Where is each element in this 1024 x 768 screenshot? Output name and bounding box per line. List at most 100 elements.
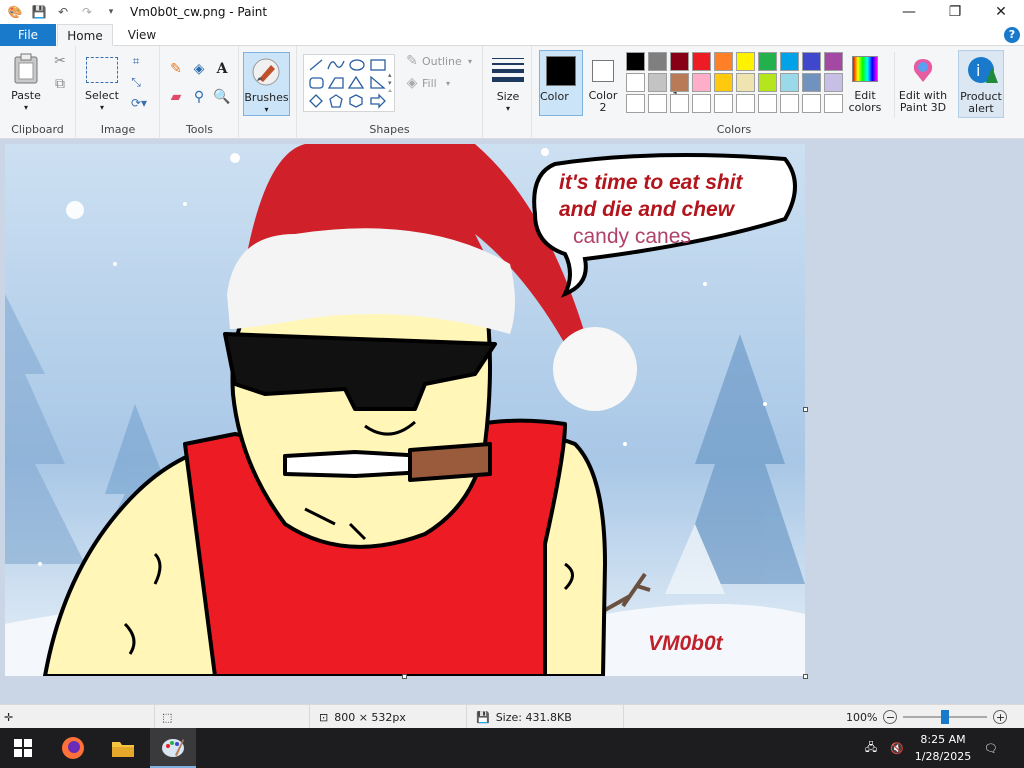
undo-icon[interactable]: ↶ (54, 3, 72, 21)
color-swatch[interactable] (802, 52, 821, 71)
select-dropdown-icon[interactable]: ▾ (79, 102, 125, 114)
color-swatch[interactable] (824, 52, 843, 71)
text-icon[interactable]: A (213, 60, 231, 78)
pencil-icon[interactable]: ✎ (167, 60, 185, 78)
color-swatch[interactable] (802, 73, 821, 92)
color-swatch[interactable] (824, 73, 843, 92)
outline-button[interactable]: Outline (422, 56, 470, 68)
outline-icon[interactable]: ✎ (405, 53, 419, 69)
volume-muted-tray-icon[interactable]: 🔇 (884, 728, 910, 768)
paint-taskbar-button[interactable] (150, 728, 196, 768)
color-swatch[interactable] (692, 94, 711, 113)
paint3d-icon (908, 55, 938, 85)
shapes-gallery[interactable] (303, 54, 395, 112)
close-button[interactable]: ✕ (978, 0, 1024, 24)
zoom-slider-thumb[interactable] (941, 710, 950, 724)
zoom-slider[interactable] (903, 710, 988, 724)
color2-button[interactable]: Color 2 (584, 50, 622, 116)
save-icon[interactable]: 💾 (30, 3, 48, 21)
color-swatch[interactable] (758, 52, 777, 71)
cut-icon[interactable]: ✂ (52, 53, 68, 69)
color-swatch[interactable] (758, 73, 777, 92)
crop-icon[interactable]: ⌗ (129, 54, 143, 68)
select-button[interactable]: Select (79, 90, 125, 102)
color1-button[interactable]: Color 1 (539, 50, 679, 116)
color-swatch[interactable] (648, 73, 667, 92)
color2-swatch (592, 60, 614, 82)
speech-line-1: it's time to eat shit (559, 171, 744, 194)
firefox-taskbar-button[interactable] (50, 728, 96, 768)
paint-app-icon[interactable]: 🎨 (6, 3, 24, 21)
notifications-icon[interactable]: 🗨 (968, 728, 1014, 768)
canvas-area[interactable]: it's time to eat shit and die and chew c… (0, 139, 1024, 704)
color-swatch[interactable] (714, 52, 733, 71)
color-swatch[interactable] (780, 52, 799, 71)
paste-icon[interactable] (10, 52, 42, 86)
fill-bucket-icon[interactable]: ◈ (190, 60, 208, 78)
file-explorer-taskbar-button[interactable] (100, 728, 146, 768)
zoom-in-icon[interactable]: + (993, 710, 1008, 724)
color-swatch[interactable] (736, 94, 755, 113)
brushes-button[interactable]: Brushes ▾ (243, 52, 290, 116)
color-swatch[interactable] (692, 52, 711, 71)
fill-icon[interactable]: ◈ (405, 75, 419, 91)
color-swatch[interactable] (670, 94, 689, 113)
paste-button[interactable]: Paste (4, 90, 48, 102)
resize-handle-right[interactable] (803, 407, 808, 412)
size-button[interactable]: Size ▾ (487, 52, 529, 116)
tab-home[interactable]: Home (57, 24, 113, 46)
color-swatch[interactable] (714, 73, 733, 92)
color-swatch[interactable] (648, 52, 667, 71)
color-swatch[interactable] (758, 94, 777, 113)
image-canvas[interactable]: it's time to eat shit and die and chew c… (5, 144, 805, 676)
color-swatch[interactable] (670, 73, 689, 92)
selection-size-icon: ⬚ (162, 710, 173, 724)
outline-dropdown-icon[interactable]: ▾ (465, 56, 475, 68)
brushes-label: Brushes (244, 91, 289, 104)
brush-icon (250, 56, 282, 88)
customize-quick-access-icon[interactable]: ▾ (102, 3, 120, 21)
color-swatch[interactable] (736, 73, 755, 92)
color-swatch[interactable] (714, 94, 733, 113)
redo-icon[interactable]: ↷ (78, 3, 96, 21)
color-swatch[interactable] (626, 94, 645, 113)
color-swatch[interactable] (824, 94, 843, 113)
maximize-button[interactable]: ❐ (932, 0, 978, 24)
clipboard-group: Paste ▾ ✂ ⧉ Clipboard (0, 46, 76, 139)
rotate-icon[interactable]: ⟳▾ (127, 96, 151, 110)
color-picker-icon[interactable]: ⚲ (190, 88, 208, 106)
resize-icon[interactable]: ⤡ (129, 75, 143, 89)
magnifier-icon[interactable]: 🔍 (213, 88, 231, 106)
tab-file[interactable]: File (0, 24, 56, 46)
tab-view[interactable]: View (116, 24, 168, 46)
color-swatch[interactable] (736, 52, 755, 71)
size-label: Size (496, 90, 520, 103)
minimize-button[interactable]: — (886, 0, 932, 24)
network-tray-icon[interactable]: 🖧 (858, 728, 884, 768)
file-size-section: 💾 Size: 431.8KB (468, 705, 624, 729)
color-swatch[interactable] (780, 94, 799, 113)
help-icon[interactable]: ? (1004, 27, 1020, 43)
cursor-position-icon: ✛ (4, 710, 14, 724)
color-swatch[interactable] (648, 94, 667, 113)
edit-paint3d-button[interactable]: Edit with Paint 3D (894, 52, 950, 118)
resize-handle-corner[interactable] (803, 674, 808, 679)
copy-icon[interactable]: ⧉ (52, 76, 68, 92)
start-button[interactable] (0, 728, 46, 768)
product-alert-button[interactable]: i Product alert (958, 50, 1004, 118)
color-swatch[interactable] (626, 52, 645, 71)
resize-handle-bottom[interactable] (402, 674, 407, 679)
color-swatch[interactable] (670, 52, 689, 71)
zoom-out-icon[interactable]: − (883, 710, 898, 724)
select-icon[interactable] (86, 57, 118, 83)
fill-dropdown-icon[interactable]: ▾ (443, 78, 453, 90)
color-swatch[interactable] (626, 73, 645, 92)
size-group: Size ▾ (484, 46, 532, 139)
paste-dropdown-icon[interactable]: ▾ (4, 102, 48, 114)
edit-colors-button[interactable]: Edit colors (846, 52, 884, 118)
color-swatch[interactable] (802, 94, 821, 113)
color-swatch[interactable] (692, 73, 711, 92)
shapes-scroll-icon[interactable]: ▴ ▾ ⩡ (385, 54, 395, 112)
color-swatch[interactable] (780, 73, 799, 92)
eraser-icon[interactable]: ▰ (167, 88, 185, 106)
